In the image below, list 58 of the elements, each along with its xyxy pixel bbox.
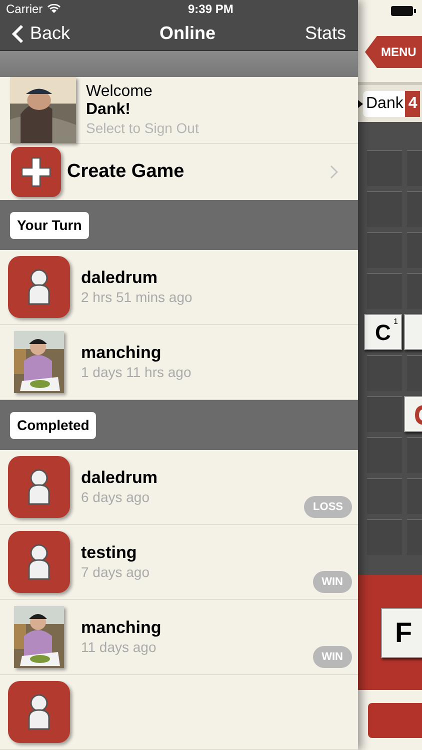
board-square [367, 355, 402, 391]
player-tag-name: Dank [366, 94, 404, 114]
game-row[interactable] [0, 675, 358, 750]
game-row[interactable]: manching 11 days ago WIN [0, 600, 358, 675]
clock: 9:39 PM [188, 1, 234, 18]
person-icon [26, 269, 52, 305]
tile-letter: F [394, 616, 412, 650]
sign-out-hint: Select to Sign Out [86, 118, 199, 137]
board-square [367, 191, 402, 227]
chevron-left-icon [12, 24, 24, 44]
board-square [367, 273, 402, 309]
wifi-icon [46, 4, 61, 14]
create-game-row[interactable]: Create Game [0, 144, 358, 200]
section-header: Completed [10, 412, 96, 438]
person-icon [26, 469, 52, 505]
user-name: Dank! [86, 100, 132, 119]
result-badge: WIN [312, 570, 352, 593]
last-move-time: 2 hrs 51 mins ago [81, 288, 192, 306]
triangle-icon [358, 100, 363, 108]
player-name: daledrum [81, 468, 158, 488]
player-name: manching [81, 343, 162, 363]
battery-icon [391, 6, 416, 16]
game-row[interactable]: daledrum 2 hrs 51 mins ago [0, 250, 358, 325]
board-square [367, 478, 402, 514]
section-header: Your Turn [10, 212, 89, 238]
board-square [367, 437, 402, 473]
tile-points: 1 [394, 316, 398, 328]
player-name: manching [81, 618, 162, 638]
game-row[interactable]: daledrum 6 days ago LOSS [0, 450, 358, 525]
player-name: testing [81, 543, 138, 563]
board-square [367, 519, 402, 555]
game-row[interactable]: testing 7 days ago WIN [0, 525, 358, 600]
game-row[interactable]: manching 1 days 11 hrs ago [0, 325, 358, 400]
last-move-time: 11 days ago [81, 638, 158, 656]
board-square [367, 150, 402, 186]
plus-icon [11, 146, 61, 197]
back-button[interactable]: Back [12, 20, 70, 48]
chevron-right-icon [330, 164, 338, 179]
welcome-label: Welcome [86, 82, 154, 101]
result-badge: LOSS [304, 496, 352, 518]
carrier-label: Carrier [6, 1, 43, 18]
tile-letter: C [375, 318, 391, 346]
player-name: daledrum [81, 268, 159, 288]
menu-button[interactable]: MENU [365, 36, 422, 68]
letter-fragment-icon [415, 405, 422, 425]
stats-button[interactable]: Stats [304, 20, 346, 48]
last-move-time: 6 days ago [81, 488, 150, 506]
welcome-row[interactable]: Welcome Dank! Select to Sign Out [0, 76, 358, 144]
screen-title: Online [159, 22, 216, 46]
board-square [367, 232, 402, 268]
person-icon [26, 544, 52, 580]
last-move-time: 7 days ago [81, 563, 150, 581]
board-square [367, 396, 402, 432]
person-icon [26, 694, 52, 730]
create-game-label: Create Game [67, 160, 186, 184]
result-badge: WIN [312, 646, 352, 668]
last-move-time: 1 days 11 hrs ago [81, 363, 192, 381]
score-badge: 4 [405, 90, 420, 116]
